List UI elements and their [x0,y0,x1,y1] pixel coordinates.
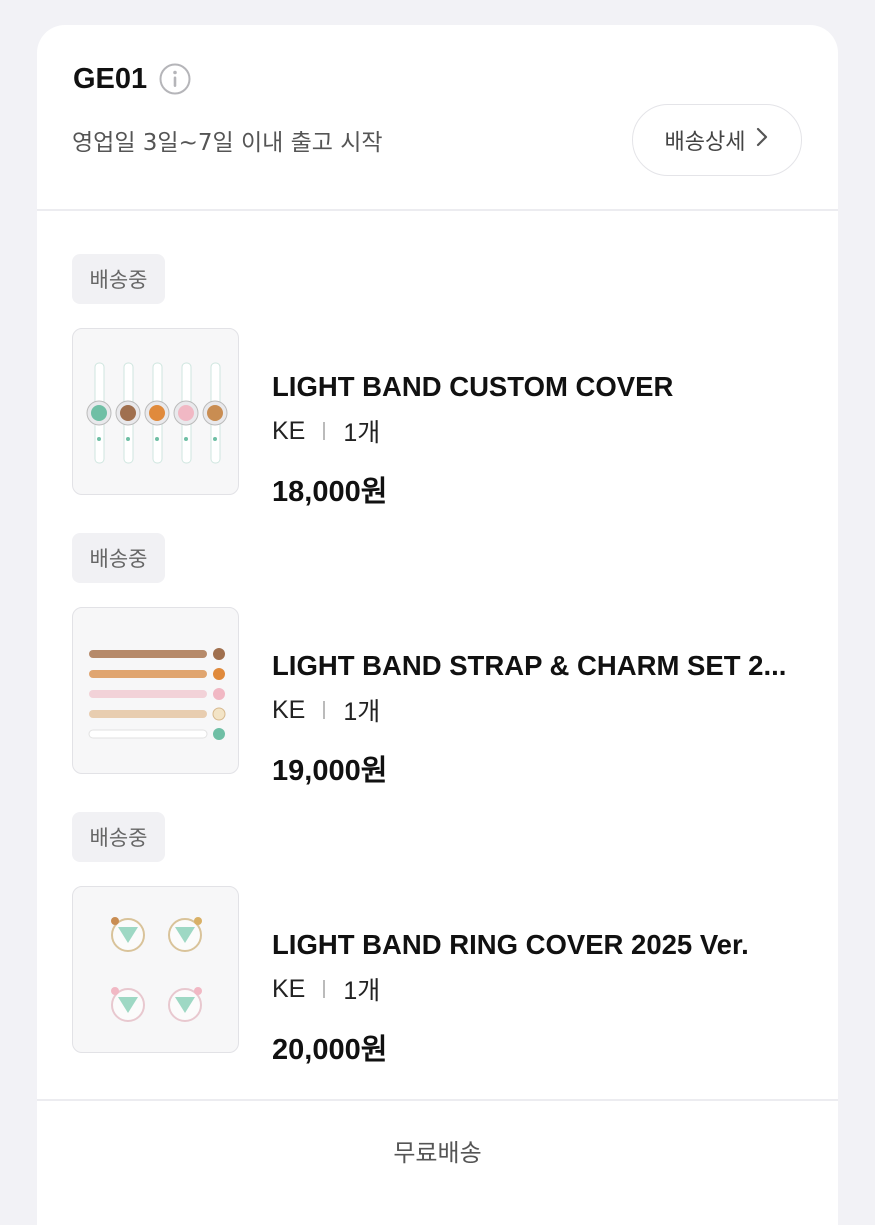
product-image[interactable] [72,886,239,1053]
shipping-fee: 무료배송 [393,1139,482,1167]
product-option: KE [272,695,306,724]
shipping-detail-label: 배송상세 [664,130,746,155]
status-badge: 배송중 [72,254,165,304]
product-quantity: 1개 [343,977,381,1005]
meta-separator [323,701,326,719]
product-price: 20,000원 [272,1034,388,1066]
info-icon[interactable] [159,63,191,95]
product-image[interactable] [72,607,239,774]
meta-separator [323,980,326,998]
meta-separator [323,422,326,440]
product-meta: KE 1개 [272,413,380,449]
product-image[interactable] [72,328,239,495]
shipment-card: GE01 영업일 3일~7일 이내 출고 시작 배송상세 배송중 LIGHT B… [37,25,838,1225]
product-meta: KE 1개 [272,971,380,1007]
shipping-detail-button[interactable]: 배송상세 [632,104,802,176]
shipment-header: GE01 영업일 3일~7일 이내 출고 시작 배송상세 [37,25,838,209]
product-option: KE [272,974,306,1003]
product-price: 19,000원 [272,755,388,787]
product-quantity: 1개 [343,419,381,447]
header-divider [37,209,838,211]
status-badge: 배송중 [72,812,165,862]
chevron-right-icon [755,126,769,154]
shipment-code: GE01 [73,63,148,95]
product-name[interactable]: LIGHT BAND CUSTOM COVER [272,371,673,403]
product-quantity: 1개 [343,698,381,726]
product-option: KE [272,416,306,445]
footer-divider [37,1099,838,1101]
product-name[interactable]: LIGHT BAND STRAP & CHARM SET 2... [272,650,786,682]
product-price: 18,000원 [272,476,388,508]
product-meta: KE 1개 [272,692,380,728]
product-name[interactable]: LIGHT BAND RING COVER 2025 Ver. [272,929,749,961]
shipping-schedule: 영업일 3일~7일 이내 출고 시작 [72,130,383,156]
status-badge: 배송중 [72,533,165,583]
